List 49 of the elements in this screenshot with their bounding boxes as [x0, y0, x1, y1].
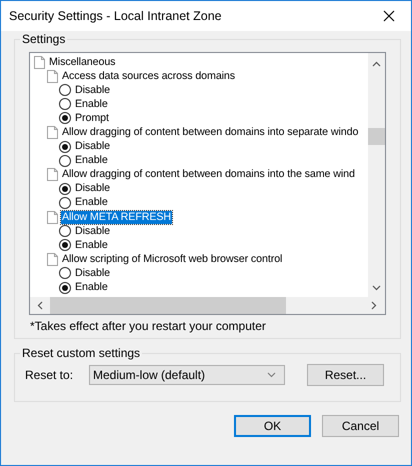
- scroll-thumb[interactable]: [50, 297, 286, 314]
- caret-icon: [267, 372, 276, 378]
- setting-label[interactable]: Miscellaneous: [48, 56, 116, 69]
- reset-button[interactable]: Reset...: [307, 364, 384, 386]
- document-icon: [47, 70, 58, 83]
- setting-label[interactable]: Access data sources across domains: [61, 70, 236, 83]
- radio-button[interactable]: [59, 282, 71, 294]
- radio-button[interactable]: [59, 225, 71, 238]
- close-icon: [383, 10, 395, 22]
- document-icon: [47, 126, 58, 140]
- radio-button[interactable]: [59, 98, 71, 110]
- option-label[interactable]: Prompt: [74, 112, 110, 125]
- reset-level-dropdown[interactable]: Medium-low (default): [89, 365, 285, 385]
- window-title: Security Settings - Local Intranet Zone: [9, 9, 222, 23]
- radio-button[interactable]: [59, 239, 71, 252]
- vertical-scrollbar[interactable]: [368, 53, 385, 297]
- radio-button[interactable]: [59, 196, 71, 209]
- document-icon: [47, 210, 58, 224]
- radio-button[interactable]: [59, 267, 71, 280]
- group-label: Settings: [20, 32, 68, 46]
- option-label[interactable]: Enable: [74, 238, 109, 252]
- field-label: Reset to:: [24, 368, 74, 382]
- option-label[interactable]: Disable: [74, 140, 111, 154]
- radio-button[interactable]: [59, 112, 71, 124]
- cancel-button[interactable]: Cancel: [322, 415, 399, 437]
- option-label[interactable]: Disable: [74, 224, 111, 238]
- setting-label[interactable]: Allow scripting of Microsoft web browser control: [61, 252, 284, 266]
- radio-button[interactable]: [59, 140, 71, 153]
- option-label[interactable]: Enable: [74, 98, 109, 111]
- document-icon: [47, 252, 58, 266]
- option-label[interactable]: Disable: [74, 84, 111, 97]
- document-icon: [34, 56, 45, 69]
- radio-button[interactable]: [59, 182, 71, 195]
- setting-label[interactable]: Allow META REFRESH: [61, 210, 172, 224]
- document-icon: [47, 168, 58, 182]
- radio-button[interactable]: [59, 84, 71, 96]
- option-label[interactable]: Enable: [74, 154, 109, 168]
- note-text: *Takes effect after you restart your computer: [29, 318, 267, 333]
- setting-label[interactable]: Allow dragging of content between domains into separate windo: [61, 126, 360, 140]
- option-label[interactable]: Enable: [74, 196, 109, 210]
- scroll-thumb[interactable]: [368, 128, 385, 144]
- ok-button[interactable]: OK: [234, 415, 311, 437]
- setting-label[interactable]: Allow dragging of content between domains into the same wind: [61, 168, 356, 182]
- option-label[interactable]: Disable: [74, 182, 111, 196]
- option-label[interactable]: Disable: [74, 266, 111, 280]
- horizontal-scrollbar[interactable]: [30, 297, 385, 314]
- radio-button[interactable]: [59, 154, 71, 167]
- group-label: Reset custom settings: [20, 346, 142, 360]
- option-label[interactable]: Enable: [74, 281, 109, 294]
